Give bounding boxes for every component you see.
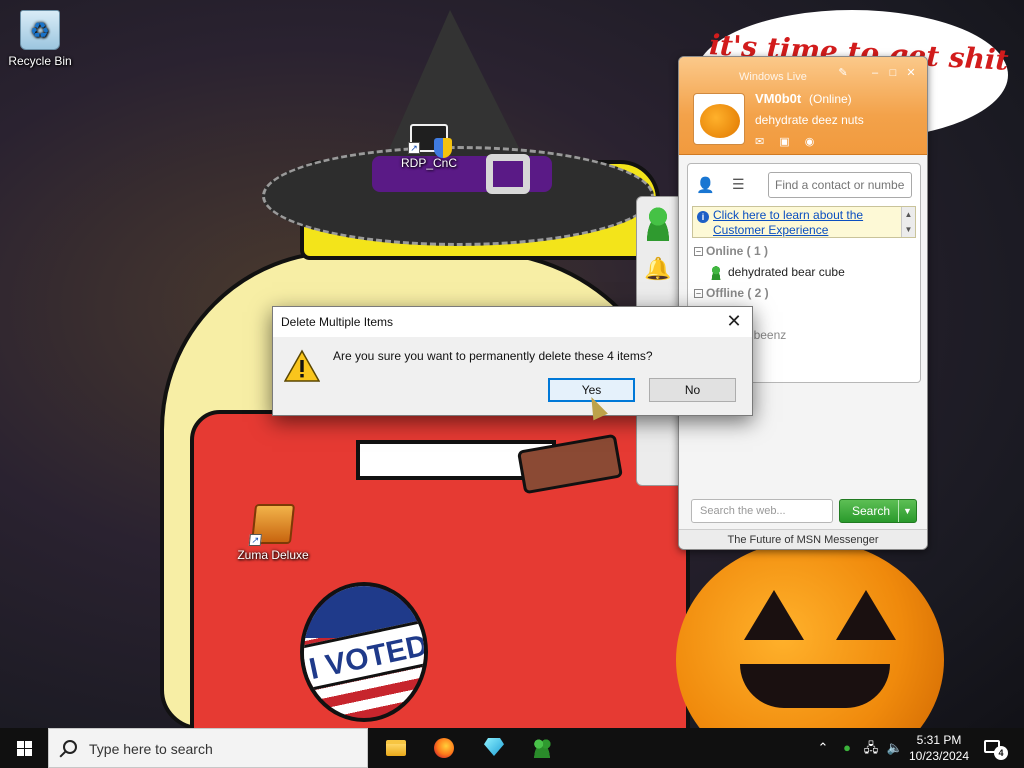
maximize-icon[interactable]: □ bbox=[887, 67, 899, 79]
firefox-icon bbox=[434, 738, 454, 758]
warning-icon bbox=[284, 349, 320, 382]
taskbar: Type here to search ⌃ ● 🖧 🔈 5:31 PM 10/2… bbox=[0, 728, 1024, 768]
desktop-icon-recycle-bin[interactable]: Recycle Bin bbox=[0, 10, 80, 68]
group-label: Offline ( 2 ) bbox=[706, 286, 769, 300]
wallpaper-hat-buckle bbox=[486, 154, 530, 194]
desktop-icon-rdp[interactable]: ↗ RDP_CnC bbox=[389, 118, 469, 170]
system-clock[interactable]: 5:31 PM 10/23/2024 bbox=[904, 732, 974, 764]
collapse-icon: – bbox=[694, 288, 703, 299]
banner-scrollbar[interactable]: ▲ ▼ bbox=[901, 207, 915, 237]
group-label: Online ( 1 ) bbox=[706, 244, 769, 258]
info-icon: i bbox=[697, 211, 709, 223]
minimize-icon[interactable]: – bbox=[869, 67, 881, 79]
dialog-message: Are you sure you want to permanently del… bbox=[333, 349, 653, 363]
volume-icon[interactable]: 🔈 bbox=[886, 728, 904, 768]
group-offline[interactable]: – Offline ( 2 ) bbox=[694, 286, 769, 300]
buddy-icon[interactable] bbox=[641, 205, 675, 241]
remote-desktop-icon: ↗ bbox=[408, 124, 452, 158]
desktop-icon-zuma[interactable]: ↗ Zuma Deluxe bbox=[233, 504, 313, 562]
messenger-footer: The Future of MSN Messenger bbox=[679, 529, 927, 549]
personal-message[interactable]: dehydrate deez nuts bbox=[755, 113, 864, 127]
taskbar-gem-app[interactable] bbox=[470, 728, 518, 768]
shortcut-arrow-icon: ↗ bbox=[248, 534, 262, 546]
taskbar-firefox[interactable] bbox=[420, 728, 468, 768]
taskbar-file-explorer[interactable] bbox=[372, 728, 420, 768]
network-icon[interactable]: 🖧 bbox=[862, 728, 880, 768]
dialog-title: Delete Multiple Items bbox=[281, 315, 394, 329]
collapse-icon: – bbox=[694, 246, 703, 257]
file-explorer-icon bbox=[386, 740, 406, 756]
messenger-menu-icon[interactable]: ✎ bbox=[837, 67, 849, 79]
web-search-button[interactable]: Search ▼ bbox=[839, 499, 917, 523]
action-center-button[interactable]: 4 bbox=[980, 736, 1008, 760]
uac-shield-icon bbox=[434, 138, 452, 158]
group-online[interactable]: – Online ( 1 ) bbox=[694, 244, 768, 258]
desktop-icon-label: RDP_CnC bbox=[400, 156, 457, 170]
delete-confirm-dialog: Delete Multiple Items ✕ Are you sure you… bbox=[272, 306, 753, 416]
chevron-up-icon[interactable]: ⌃ bbox=[814, 728, 832, 768]
messenger-tool-icons[interactable]: ✉ ▣ ◉ bbox=[755, 135, 820, 148]
recycle-bin-icon bbox=[20, 10, 60, 50]
close-icon[interactable]: ✕ bbox=[905, 67, 917, 79]
clock-date: 10/23/2024 bbox=[908, 749, 970, 763]
messenger-window: Windows Live ✎ – □ ✕ VM0b0t (Online) deh… bbox=[678, 56, 928, 550]
add-contact-icon[interactable]: 👤 bbox=[696, 176, 720, 198]
search-button-label: Search bbox=[852, 504, 891, 518]
contact-name: dehydrated bear cube bbox=[728, 265, 845, 279]
wallpaper-pumpkin-eye bbox=[836, 590, 896, 640]
zuma-deluxe-icon: ↗ bbox=[248, 504, 296, 546]
start-button[interactable] bbox=[0, 728, 48, 768]
bell-icon[interactable]: 🔔 bbox=[641, 251, 675, 287]
web-search-bar: Search the web... Search ▼ bbox=[691, 499, 917, 523]
messenger-username[interactable]: VM0b0t bbox=[755, 91, 801, 106]
close-icon[interactable]: ✕ bbox=[716, 307, 752, 337]
messenger-icon bbox=[531, 738, 553, 758]
desktop: it's time to get shit ... rick ... e! I … bbox=[0, 0, 1024, 728]
shortcut-arrow-icon: ↗ bbox=[408, 142, 420, 154]
wallpaper-voted-sticker: I VOTED bbox=[300, 582, 428, 722]
no-button[interactable]: No bbox=[649, 378, 736, 402]
messenger-status[interactable]: (Online) bbox=[809, 92, 852, 106]
taskbar-search-placeholder: Type here to search bbox=[89, 741, 213, 757]
find-contact-input[interactable] bbox=[768, 172, 912, 198]
online-buddy-icon bbox=[710, 265, 722, 280]
search-icon bbox=[63, 740, 77, 754]
messenger-titlebar[interactable]: Windows Live ✎ – □ ✕ bbox=[679, 57, 927, 83]
wallpaper-pumpkin-mouth bbox=[740, 664, 890, 708]
messenger-tray-icon[interactable]: ● bbox=[838, 728, 856, 768]
windows-logo-icon bbox=[17, 741, 32, 756]
dialog-titlebar[interactable]: Delete Multiple Items ✕ bbox=[273, 307, 752, 337]
wallpaper-pumpkin-eye bbox=[744, 590, 804, 640]
desktop-icon-label: Recycle Bin bbox=[8, 54, 72, 68]
avatar[interactable] bbox=[693, 93, 745, 145]
messenger-header: Windows Live ✎ – □ ✕ VM0b0t (Online) deh… bbox=[679, 57, 927, 155]
customer-experience-link[interactable]: Click here to learn about the Customer E… bbox=[713, 208, 899, 238]
web-search-input[interactable]: Search the web... bbox=[691, 499, 833, 523]
gem-icon bbox=[484, 738, 504, 756]
taskbar-messenger[interactable] bbox=[518, 728, 566, 768]
chevron-down-icon[interactable]: ▼ bbox=[898, 500, 916, 522]
notification-count: 4 bbox=[994, 746, 1008, 760]
clock-time: 5:31 PM bbox=[916, 733, 962, 747]
info-banner: i Click here to learn about the Customer… bbox=[692, 206, 916, 238]
desktop-icon-label: Zuma Deluxe bbox=[237, 548, 309, 562]
list-view-icon[interactable]: ☰ bbox=[732, 176, 756, 198]
messenger-title: Windows Live bbox=[739, 71, 807, 83]
contact-item[interactable]: dehydrated bear cube bbox=[710, 265, 845, 280]
taskbar-search-box[interactable]: Type here to search bbox=[48, 728, 368, 768]
